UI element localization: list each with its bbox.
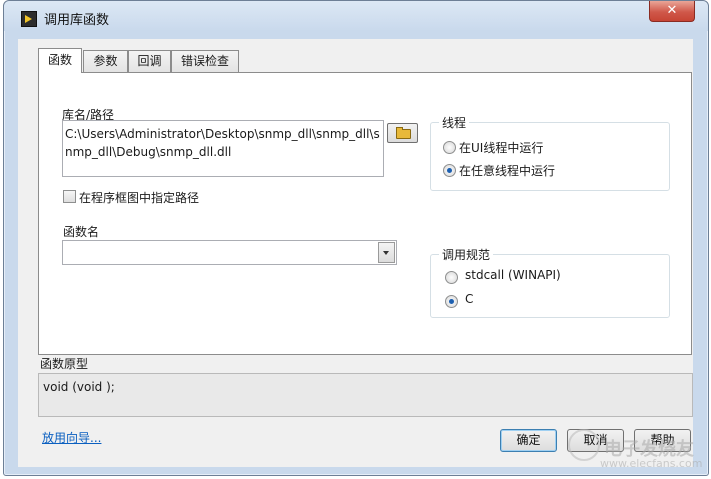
window-title: 调用库函数 (44, 13, 110, 28)
watermark-logo-icon (568, 429, 600, 461)
calling-convention-groupbox: 调用规范 stdcall (WINAPI) C (430, 246, 670, 318)
help-wizard-link[interactable]: 放用向导... (42, 429, 101, 446)
watermark-url: www.elecfans.com (600, 457, 703, 470)
radio-c[interactable] (445, 295, 458, 308)
function-tab-panel: 库名/路径 C:\Users\Administrator\Desktop\snm… (38, 72, 692, 355)
browse-button[interactable] (387, 123, 418, 143)
watermark: 电子发烧友 www.elecfans.com (560, 425, 703, 475)
specify-path-checkbox[interactable] (63, 190, 76, 203)
tab-parameters[interactable]: 参数 (83, 50, 128, 72)
function-name-label: 函数名 (63, 225, 100, 239)
prototype-display: void (void ); (38, 373, 693, 417)
radio-stdcall-label: stdcall (WINAPI) (465, 268, 561, 282)
radio-any-thread[interactable] (443, 164, 456, 177)
prototype-value: void (void ); (43, 380, 115, 394)
prototype-label: 函数原型 (40, 357, 89, 371)
dialog-client-area: 函数 参数 回调 错误检查 库名/路径 C:\Users\Administrat… (18, 39, 693, 467)
calling-convention-title: 调用规范 (439, 246, 494, 263)
radio-ui-thread-label: 在UI线程中运行 (459, 141, 544, 155)
function-name-combobox[interactable] (62, 240, 397, 265)
ok-button[interactable]: 确定 (500, 429, 557, 452)
radio-c-label: C (465, 292, 474, 306)
thread-groupbox: 线程 在UI线程中运行 在任意线程中运行 (430, 114, 670, 191)
specify-path-label: 在程序框图中指定路径 (79, 191, 200, 205)
folder-icon (396, 127, 411, 139)
dialog-window: 调用库函数 ✕ 函数 参数 回调 错误检查 库名/路径 C:\Users\Adm… (3, 0, 709, 476)
title-bar[interactable]: 调用库函数 ✕ (4, 1, 708, 31)
tab-callbacks[interactable]: 回调 (128, 50, 171, 72)
library-path-input[interactable]: C:\Users\Administrator\Desktop\snmp_dll\… (62, 120, 384, 177)
radio-ui-thread[interactable] (443, 141, 456, 154)
radio-stdcall[interactable] (445, 271, 458, 284)
close-button[interactable]: ✕ (649, 1, 695, 22)
tab-function[interactable]: 函数 (38, 48, 82, 73)
library-path-value: C:\Users\Administrator\Desktop\snmp_dll\… (65, 127, 380, 159)
chevron-down-icon[interactable] (378, 242, 395, 263)
thread-group-title: 线程 (439, 114, 470, 131)
tab-error-checking[interactable]: 错误检查 (171, 50, 239, 72)
labview-app-icon (21, 11, 37, 27)
radio-any-thread-label: 在任意线程中运行 (459, 164, 556, 178)
